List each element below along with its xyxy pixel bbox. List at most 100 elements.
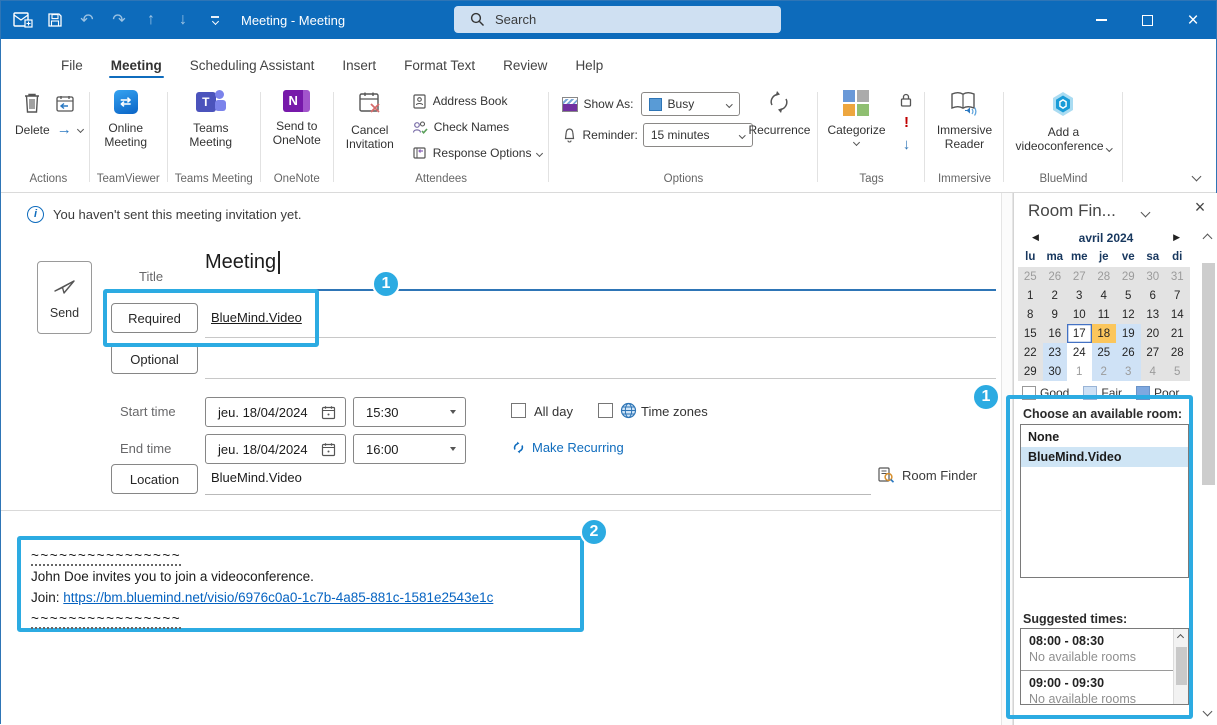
dropdown-arrow-icon[interactable] — [450, 410, 456, 414]
calendar-day[interactable]: 10 — [1067, 305, 1092, 324]
calendar-day[interactable]: 4 — [1092, 286, 1117, 305]
reminder-select[interactable]: 15 minutes — [643, 123, 753, 147]
calendar-day[interactable]: 12 — [1116, 305, 1141, 324]
tab-scheduling-assistant[interactable]: Scheduling Assistant — [176, 51, 329, 82]
calendar-day[interactable]: 2 — [1043, 286, 1068, 305]
calendar-day[interactable]: 24 — [1067, 343, 1092, 362]
title-input[interactable]: Meeting — [205, 251, 280, 274]
end-date-input[interactable]: jeu. 18/04/2024 — [205, 434, 346, 464]
main-scrollbar[interactable] — [1001, 193, 1013, 725]
scroll-down-icon[interactable] — [1203, 707, 1213, 717]
scrollbar-thumb[interactable] — [1202, 263, 1215, 485]
calendar-day[interactable]: 13 — [1141, 305, 1166, 324]
dropdown-arrow-icon[interactable] — [450, 447, 456, 451]
collapse-ribbon-icon[interactable] — [1192, 172, 1202, 182]
calendar-day[interactable]: 29 — [1018, 362, 1043, 381]
calendar-day[interactable]: 27 — [1141, 343, 1166, 362]
calendar-day[interactable]: 4 — [1141, 362, 1166, 381]
time-zones-checkbox[interactable] — [598, 403, 613, 418]
suggested-time[interactable]: 09:00 - 09:30No available rooms — [1021, 671, 1173, 705]
tab-review[interactable]: Review — [489, 51, 561, 82]
calendar-day[interactable]: 27 — [1067, 267, 1092, 286]
calendar-day[interactable]: 3 — [1116, 362, 1141, 381]
calendar-day[interactable]: 15 — [1018, 324, 1043, 343]
location-button[interactable]: Location — [111, 464, 198, 494]
calendar-day[interactable]: 19 — [1116, 324, 1141, 343]
calendar-day[interactable]: 18 — [1092, 324, 1117, 343]
tab-format-text[interactable]: Format Text — [390, 51, 489, 82]
room-option[interactable]: BlueMind.Video — [1021, 447, 1188, 467]
calendar-day[interactable]: 28 — [1165, 343, 1190, 362]
panel-collapse-icon[interactable] — [1141, 208, 1151, 218]
date-picker-icon[interactable] — [321, 405, 336, 420]
calendar-day[interactable]: 1 — [1018, 286, 1043, 305]
maximize-button[interactable] — [1124, 1, 1170, 39]
high-importance-icon[interactable]: ! — [904, 115, 909, 130]
recurrence-button[interactable]: Recurrence — [744, 86, 814, 139]
videoconference-link[interactable]: https://bm.bluemind.net/visio/6976c0a0-1… — [63, 590, 493, 605]
show-as-select[interactable]: Busy — [641, 92, 740, 116]
minimize-button[interactable] — [1078, 1, 1124, 39]
calendar-day[interactable]: 7 — [1165, 286, 1190, 305]
suggestions-scrollbar[interactable] — [1173, 629, 1188, 704]
location-value[interactable]: BlueMind.Video — [211, 470, 302, 485]
calendar-day[interactable]: 31 — [1165, 267, 1190, 286]
categorize-button[interactable]: Categorize — [821, 88, 891, 147]
tab-meeting[interactable]: Meeting — [97, 51, 176, 82]
tab-file[interactable]: File — [47, 51, 97, 82]
room-option[interactable]: None — [1021, 427, 1188, 447]
address-book-button[interactable]: Address Book — [409, 90, 546, 112]
customize-quick-access-button[interactable] — [199, 16, 231, 24]
calendar-day[interactable]: 28 — [1092, 267, 1117, 286]
private-lock-icon[interactable] — [899, 92, 913, 108]
calendar-day[interactable]: 11 — [1092, 305, 1117, 324]
calendar-day[interactable]: 9 — [1043, 305, 1068, 324]
save-button[interactable] — [39, 12, 71, 28]
panel-close-icon[interactable]: × — [1188, 197, 1212, 218]
calendar-day[interactable]: 5 — [1165, 362, 1190, 381]
calendar-day[interactable]: 2 — [1092, 362, 1117, 381]
optional-button[interactable]: Optional — [111, 344, 198, 374]
check-names-button[interactable]: Check Names — [409, 116, 546, 138]
search-input[interactable] — [495, 12, 735, 27]
calendar-day[interactable]: 29 — [1116, 267, 1141, 286]
calendar-day[interactable]: 6 — [1141, 286, 1166, 305]
panel-scrollbar[interactable] — [1199, 227, 1217, 725]
calendar-day[interactable]: 8 — [1018, 305, 1043, 324]
calendar-day[interactable]: 30 — [1141, 267, 1166, 286]
calendar-day[interactable]: 21 — [1165, 324, 1190, 343]
tab-help[interactable]: Help — [561, 51, 617, 82]
room-finder-link[interactable]: Room Finder — [877, 466, 977, 484]
calendar-day[interactable]: 26 — [1043, 267, 1068, 286]
send-to-onenote-button[interactable]: N Send to OneNote — [264, 88, 330, 150]
undo-button[interactable]: ↶ — [71, 10, 103, 30]
forward-meeting-icon[interactable] — [54, 94, 86, 114]
calendar-day[interactable]: 25 — [1018, 267, 1043, 286]
calendar-day[interactable]: 25 — [1092, 343, 1117, 362]
make-recurring-link[interactable]: Make Recurring — [511, 440, 624, 455]
redo-button[interactable]: ↷ — [103, 10, 135, 30]
all-day-checkbox[interactable] — [511, 403, 526, 418]
calendar-day[interactable]: 23 — [1043, 343, 1068, 362]
calendar-day[interactable]: 20 — [1141, 324, 1166, 343]
move-up-button[interactable]: ↑ — [135, 11, 167, 29]
add-videoconference-button[interactable]: Add a videoconference — [1007, 88, 1119, 156]
calendar-day[interactable]: 30 — [1043, 362, 1068, 381]
calendar-day[interactable]: 14 — [1165, 305, 1190, 324]
start-date-input[interactable]: jeu. 18/04/2024 — [205, 397, 346, 427]
send-button[interactable]: Send — [37, 261, 92, 334]
immersive-reader-button[interactable]: Immersive Reader — [928, 88, 1000, 154]
calendar-day[interactable]: 16 — [1043, 324, 1068, 343]
move-down-button[interactable]: ↓ — [167, 11, 199, 29]
forward-button[interactable]: → — [54, 118, 86, 140]
start-time-input[interactable]: 15:30 — [353, 397, 466, 427]
close-button[interactable]: × — [1170, 1, 1216, 39]
suggested-time[interactable]: 08:00 - 08:30No available rooms — [1021, 629, 1173, 670]
calendar-day[interactable]: 17 — [1067, 324, 1092, 343]
end-time-input[interactable]: 16:00 — [353, 434, 466, 464]
required-button[interactable]: Required — [111, 303, 198, 333]
calendar-day[interactable]: 3 — [1067, 286, 1092, 305]
low-importance-icon[interactable]: ↓ — [903, 137, 911, 152]
date-picker-icon[interactable] — [321, 442, 336, 457]
teams-meeting-button[interactable]: T Teams Meeting — [171, 88, 251, 152]
